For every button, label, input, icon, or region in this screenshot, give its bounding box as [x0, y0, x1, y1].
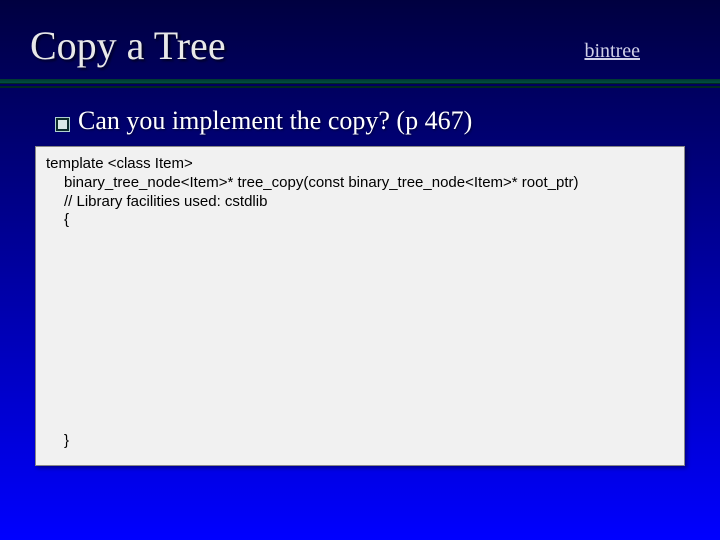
square-bullet-icon: [55, 117, 70, 132]
title-underline: [0, 79, 720, 88]
code-line: {: [46, 211, 674, 230]
code-line: template <class Item>: [46, 155, 674, 174]
code-box: template <class Item> binary_tree_node<I…: [35, 146, 685, 466]
code-line: binary_tree_node<Item>* tree_copy(const …: [46, 174, 674, 193]
body-area: Can you implement the copy? (p 467): [0, 88, 720, 136]
code-line: // Library facilities used: cstdlib: [46, 193, 674, 212]
bullet-item: Can you implement the copy? (p 467): [55, 106, 680, 136]
slide-title: Copy a Tree: [30, 22, 226, 69]
bullet-text: Can you implement the copy? (p 467): [78, 106, 472, 136]
code-close-brace: }: [64, 432, 69, 451]
bintree-link[interactable]: bintree: [584, 40, 640, 63]
title-area: Copy a Tree bintree: [0, 0, 720, 79]
